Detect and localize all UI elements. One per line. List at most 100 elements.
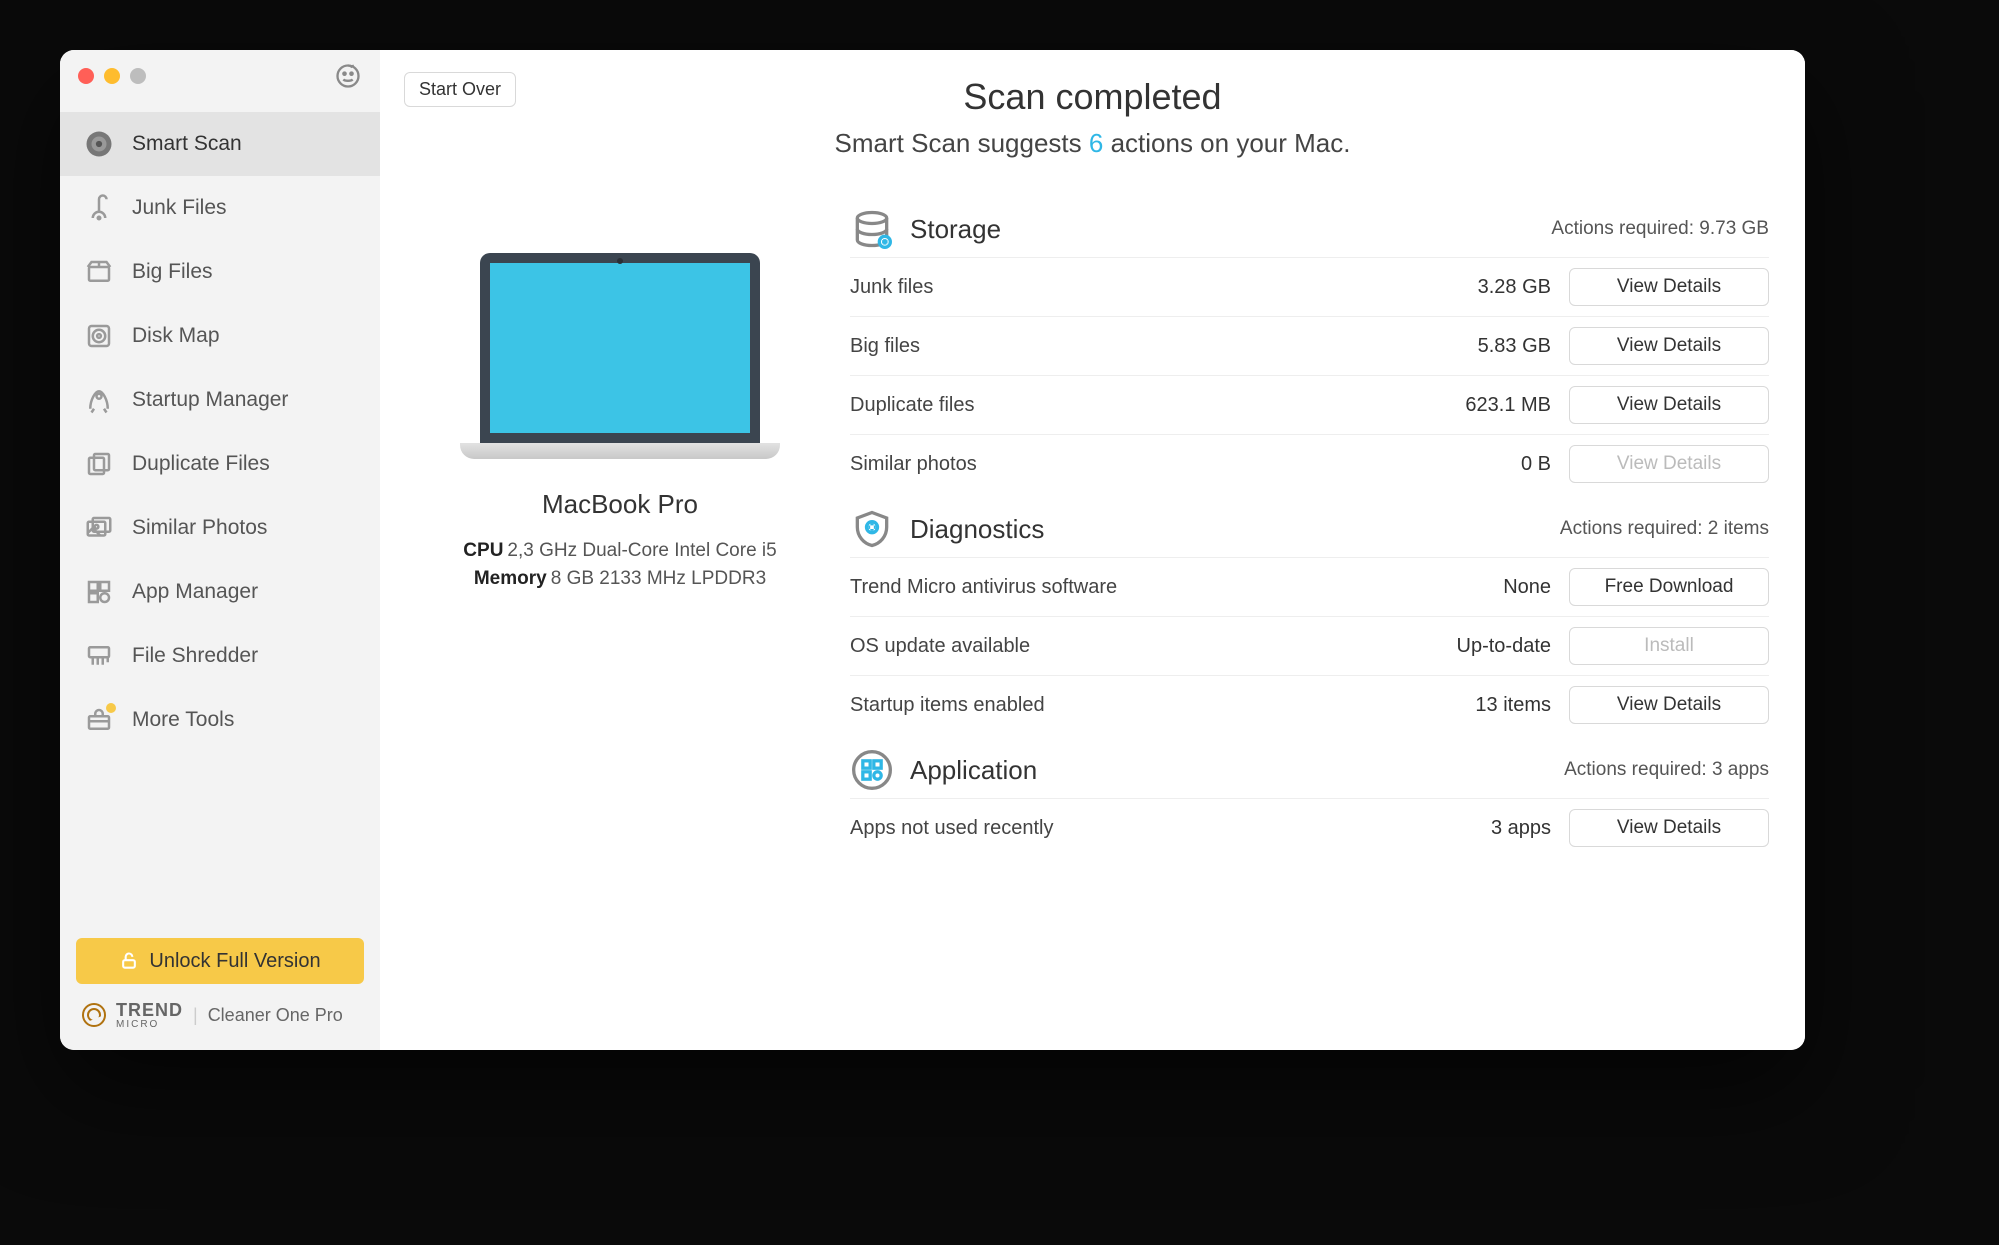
product-name: Cleaner One Pro [208,1005,343,1026]
row-value: 3 apps [1431,817,1551,840]
section-title: Application [910,755,1037,786]
install-button: Install [1569,627,1769,665]
sidebar-item-label: Startup Manager [132,388,288,412]
support-icon[interactable] [334,62,362,90]
sidebar-item-file-shredder[interactable]: File Shredder [60,624,380,688]
device-cpu: CPU2,3 GHz Dual-Core Intel Core i5 [400,540,840,562]
row-big-files: Big files 5.83 GB View Details [850,316,1769,375]
box-icon [84,257,114,287]
row-label: Junk files [850,276,1431,299]
sidebar-item-similar-photos[interactable]: Similar Photos [60,496,380,560]
shield-icon [850,507,894,551]
row-label: Apps not used recently [850,817,1431,840]
view-details-button: View Details [1569,445,1769,483]
view-details-button[interactable]: View Details [1569,809,1769,847]
sidebar-item-label: App Manager [132,580,258,604]
row-value: 5.83 GB [1431,335,1551,358]
window-titlebar [60,50,380,102]
row-label: OS update available [850,635,1431,658]
section-title: Storage [910,214,1001,245]
unlock-icon [119,951,139,971]
section-head-diagnostics: Diagnostics Actions required: 2 items [850,501,1769,557]
sidebar-item-label: Duplicate Files [132,452,270,476]
row-value: 623.1 MB [1431,394,1551,417]
page-subtitle: Smart Scan suggests 6 actions on your Ma… [416,128,1769,159]
sidebar-item-disk-map[interactable]: Disk Map [60,304,380,368]
photos-icon [84,513,114,543]
sidebar-item-label: More Tools [132,708,234,732]
view-details-button[interactable]: View Details [1569,686,1769,724]
row-label: Big files [850,335,1431,358]
row-unused-apps: Apps not used recently 3 apps View Detai… [850,798,1769,857]
row-duplicate-files: Duplicate files 623.1 MB View Details [850,375,1769,434]
sidebar-nav: Smart Scan Junk Files Big Files Disk Map… [60,112,380,938]
row-label: Similar photos [850,453,1431,476]
sidebar-item-label: Smart Scan [132,132,242,156]
rocket-icon [84,385,114,415]
row-similar-photos: Similar photos 0 B View Details [850,434,1769,493]
results-panel: Storage Actions required: 9.73 GB Junk f… [850,193,1769,1020]
content: MacBook Pro CPU2,3 GHz Dual-Core Intel C… [380,183,1805,1050]
start-over-button[interactable]: Start Over [404,72,516,107]
unlock-full-version-button[interactable]: Unlock Full Version [76,938,364,984]
row-value: None [1431,576,1551,599]
target-icon [84,129,114,159]
view-details-button[interactable]: View Details [1569,327,1769,365]
unlock-label: Unlock Full Version [149,950,320,973]
sidebar-item-label: Junk Files [132,196,227,220]
row-value: 3.28 GB [1431,276,1551,299]
page-title: Scan completed [416,76,1769,118]
row-label: Startup items enabled [850,694,1431,717]
brand-name: TREND MICRO [116,1000,183,1030]
row-antivirus: Trend Micro antivirus software None Free… [850,557,1769,616]
view-details-button[interactable]: View Details [1569,268,1769,306]
duplicate-icon [84,449,114,479]
action-count: 6 [1089,128,1103,158]
row-value: 13 items [1431,694,1551,717]
sidebar-item-big-files[interactable]: Big Files [60,240,380,304]
window-zoom-button[interactable] [130,68,146,84]
row-label: Trend Micro antivirus software [850,576,1431,599]
section-required: Actions required: 3 apps [1564,759,1769,781]
disk-icon [84,321,114,351]
app-window: Smart Scan Junk Files Big Files Disk Map… [60,50,1805,1050]
window-minimize-button[interactable] [104,68,120,84]
row-label: Duplicate files [850,394,1431,417]
section-required: Actions required: 2 items [1560,518,1769,540]
section-required: Actions required: 9.73 GB [1551,218,1769,240]
notification-dot-icon [106,703,116,713]
laptop-illustration [460,253,780,459]
sidebar-item-duplicate-files[interactable]: Duplicate Files [60,432,380,496]
section-head-storage: Storage Actions required: 9.73 GB [850,201,1769,257]
brand-footer: TREND MICRO | Cleaner One Pro [60,1000,380,1050]
row-os-update: OS update available Up-to-date Install [850,616,1769,675]
main-header: Start Over Scan completed Smart Scan sug… [380,50,1805,183]
separator: | [193,1005,198,1026]
sidebar-item-smart-scan[interactable]: Smart Scan [60,112,380,176]
vacuum-icon [84,193,114,223]
apps-icon [84,577,114,607]
device-panel: MacBook Pro CPU2,3 GHz Dual-Core Intel C… [400,193,840,1020]
storage-icon [850,207,894,251]
row-value: 0 B [1431,453,1551,476]
view-details-button[interactable]: View Details [1569,386,1769,424]
device-name: MacBook Pro [400,489,840,520]
window-close-button[interactable] [78,68,94,84]
sidebar-item-app-manager[interactable]: App Manager [60,560,380,624]
sidebar: Smart Scan Junk Files Big Files Disk Map… [60,50,380,1050]
sidebar-item-label: Similar Photos [132,516,267,540]
application-icon [850,748,894,792]
row-value: Up-to-date [1431,635,1551,658]
sidebar-item-label: File Shredder [132,644,258,668]
section-title: Diagnostics [910,514,1044,545]
main-panel: Start Over Scan completed Smart Scan sug… [380,50,1805,1050]
free-download-button[interactable]: Free Download [1569,568,1769,606]
shredder-icon [84,641,114,671]
sidebar-item-label: Disk Map [132,324,220,348]
device-memory: Memory8 GB 2133 MHz LPDDR3 [400,568,840,590]
trend-micro-logo-icon [82,1003,106,1027]
sidebar-item-more-tools[interactable]: More Tools [60,688,380,752]
sidebar-item-startup-manager[interactable]: Startup Manager [60,368,380,432]
sidebar-item-junk-files[interactable]: Junk Files [60,176,380,240]
toolbox-icon [84,705,114,735]
